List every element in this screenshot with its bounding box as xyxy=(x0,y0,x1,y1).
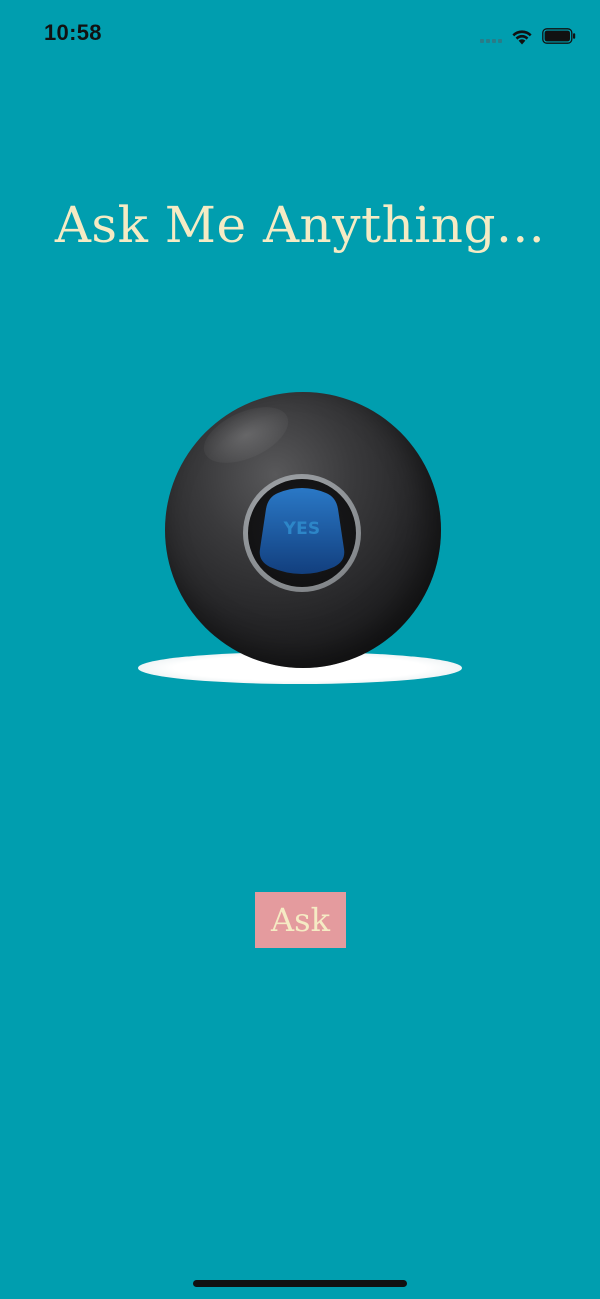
ball-highlight xyxy=(195,395,297,475)
home-indicator[interactable] xyxy=(193,1280,407,1287)
ball-body: YES xyxy=(165,392,441,668)
battery-icon xyxy=(542,28,576,44)
page-title: Ask Me Anything... xyxy=(54,196,546,254)
wifi-icon xyxy=(512,30,532,45)
cellular-signal-icon xyxy=(480,29,502,43)
magic-8-ball-icon: YES xyxy=(130,380,470,700)
ask-button[interactable]: Ask xyxy=(255,892,346,948)
app-screen: 10:58 Ask Me Anything... YES Ask xyxy=(0,0,600,1299)
answer-text: YES xyxy=(283,519,321,539)
status-bar: 10:58 xyxy=(0,0,600,70)
ball-answer-window: YES xyxy=(243,474,361,592)
status-icons xyxy=(480,24,576,48)
status-time: 10:58 xyxy=(44,20,102,45)
ball-answer-window-inner: YES xyxy=(248,479,356,587)
